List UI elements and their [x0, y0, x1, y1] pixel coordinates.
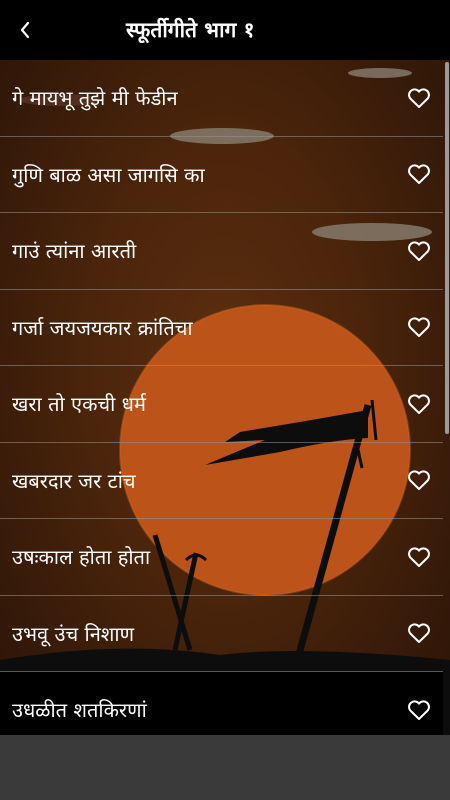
song-title: गर्जा जयजयकार क्रांतिचा — [12, 315, 193, 340]
scrollbar[interactable] — [445, 62, 449, 434]
song-title: उभवू उंच निशाण — [12, 621, 135, 646]
song-list: गे मायभू तुझे मी फेडीन गुणि बाळ असा जागसि… — [0, 60, 443, 735]
song-title: उधळीत शतकिरणां — [12, 698, 147, 723]
bottom-area — [0, 735, 450, 800]
heart-outline-icon — [408, 317, 430, 338]
favorite-button[interactable] — [405, 313, 433, 341]
heart-outline-icon — [408, 88, 430, 108]
list-item[interactable]: गुणि बाळ असा जागसि का — [0, 137, 443, 213]
list-item[interactable]: खबरदार जर टांच — [0, 443, 443, 519]
song-title: गुणि बाळ असा जागसि का — [12, 162, 205, 187]
heart-outline-icon — [408, 241, 430, 261]
favorite-button[interactable] — [405, 619, 433, 647]
favorite-button[interactable] — [405, 543, 433, 571]
favorite-button[interactable] — [405, 390, 433, 418]
list-item[interactable]: उधळीत शतकिरणां — [0, 672, 443, 735]
song-title: खबरदार जर टांच — [12, 468, 136, 493]
favorite-button[interactable] — [405, 160, 433, 188]
list-item[interactable]: गर्जा जयजयकार क्रांतिचा — [0, 290, 443, 366]
heart-outline-icon — [408, 547, 430, 567]
heart-outline-icon — [408, 470, 430, 491]
heart-outline-icon — [408, 164, 430, 185]
song-title: खरा तो एकची धर्म — [12, 392, 146, 417]
list-item[interactable]: खरा तो एकची धर्म — [0, 366, 443, 443]
favorite-button[interactable] — [405, 237, 433, 265]
heart-outline-icon — [408, 394, 430, 414]
favorite-button[interactable] — [405, 466, 433, 494]
favorite-button[interactable] — [405, 696, 433, 724]
song-list-container: गे मायभू तुझे मी फेडीन गुणि बाळ असा जागसि… — [0, 60, 450, 735]
list-item[interactable]: गे मायभू तुझे मी फेडीन — [0, 60, 443, 137]
song-title: गाउं त्यांना आरती — [12, 239, 137, 264]
song-title: गे मायभू तुझे मी फेडीन — [12, 86, 178, 111]
heart-outline-icon — [408, 700, 430, 720]
chevron-left-icon — [20, 21, 30, 39]
favorite-button[interactable] — [405, 84, 433, 112]
back-button[interactable] — [0, 0, 50, 60]
page-title: स्फूर्तीगीते भाग १ — [126, 18, 255, 42]
list-item[interactable]: उभवू उंच निशाण — [0, 596, 443, 672]
song-title: उषःकाल होता होता — [12, 545, 151, 570]
list-item[interactable]: उषःकाल होता होता — [0, 519, 443, 596]
heart-outline-icon — [408, 623, 430, 644]
list-item[interactable]: गाउं त्यांना आरती — [0, 213, 443, 290]
app-bar: स्फूर्तीगीते भाग १ — [0, 0, 450, 60]
